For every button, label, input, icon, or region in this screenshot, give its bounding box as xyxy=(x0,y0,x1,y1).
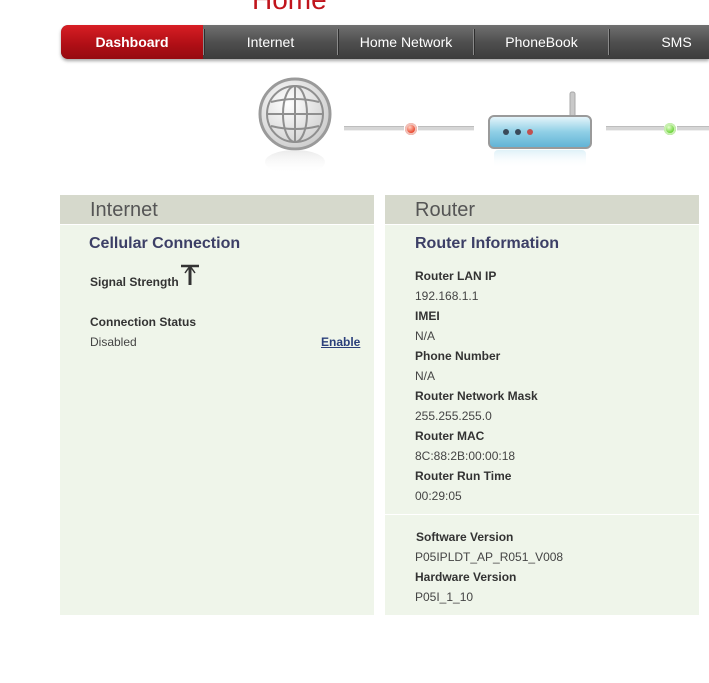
internet-panel-header: Internet xyxy=(60,195,374,225)
router-lan-ip-label: Router LAN IP xyxy=(415,269,497,283)
connection-line xyxy=(418,126,474,131)
connection-line xyxy=(344,126,404,131)
hardware-version-label: Hardware Version xyxy=(415,570,517,584)
router-mac-value: 8C:88:2B:00:00:18 xyxy=(415,449,516,463)
section-divider xyxy=(385,514,699,515)
tab-sms[interactable]: SMS xyxy=(610,25,709,59)
phone-number-label: Phone Number xyxy=(415,349,501,363)
router-information-title: Router Information xyxy=(415,235,559,252)
run-time-label: Router Run Time xyxy=(415,469,512,483)
router-panel-header: Router xyxy=(385,195,699,225)
router-status-indicator xyxy=(664,123,676,135)
connection-line xyxy=(677,126,709,131)
internet-status-indicator xyxy=(405,123,417,135)
connection-line xyxy=(606,126,664,131)
tab-dashboard[interactable]: Dashboard xyxy=(61,25,203,59)
tab-phonebook[interactable]: PhoneBook xyxy=(475,25,608,59)
phone-number-value: N/A xyxy=(415,369,436,383)
connection-status-label: Connection Status xyxy=(90,315,197,329)
router-icon xyxy=(488,91,592,168)
software-version-value: P05IPLDT_AP_R051_V008 xyxy=(415,550,564,564)
main-nav: Dashboard Internet Home Network PhoneBoo… xyxy=(61,25,709,59)
router-panel: Router Router Information Router LAN IP … xyxy=(385,195,699,615)
network-mask-value: 255.255.255.0 xyxy=(415,409,492,423)
tab-home-network[interactable]: Home Network xyxy=(339,25,473,59)
cellular-connection-title: Cellular Connection xyxy=(89,235,241,252)
internet-panel: Internet Cellular Connection Signal Stre… xyxy=(60,195,374,615)
router-mac-label: Router MAC xyxy=(415,429,485,443)
enable-connection-link[interactable]: Enable xyxy=(321,335,360,349)
imei-label: IMEI xyxy=(415,309,440,323)
tab-internet[interactable]: Internet xyxy=(205,25,336,59)
network-mask-label: Router Network Mask xyxy=(415,389,538,403)
antenna-icon xyxy=(181,264,199,285)
software-version-label: Software Version xyxy=(416,530,514,544)
run-time-value: 00:29:05 xyxy=(415,489,462,503)
connection-status-value: Disabled xyxy=(90,335,137,349)
globe-icon xyxy=(258,77,332,174)
connection-diagram xyxy=(0,60,709,185)
page-title: Home xyxy=(252,0,327,14)
router-lan-ip-value: 192.168.1.1 xyxy=(415,289,479,303)
imei-value: N/A xyxy=(415,329,436,343)
hardware-version-value: P05I_1_10 xyxy=(415,590,474,604)
signal-strength-label: Signal Strength xyxy=(90,275,179,289)
